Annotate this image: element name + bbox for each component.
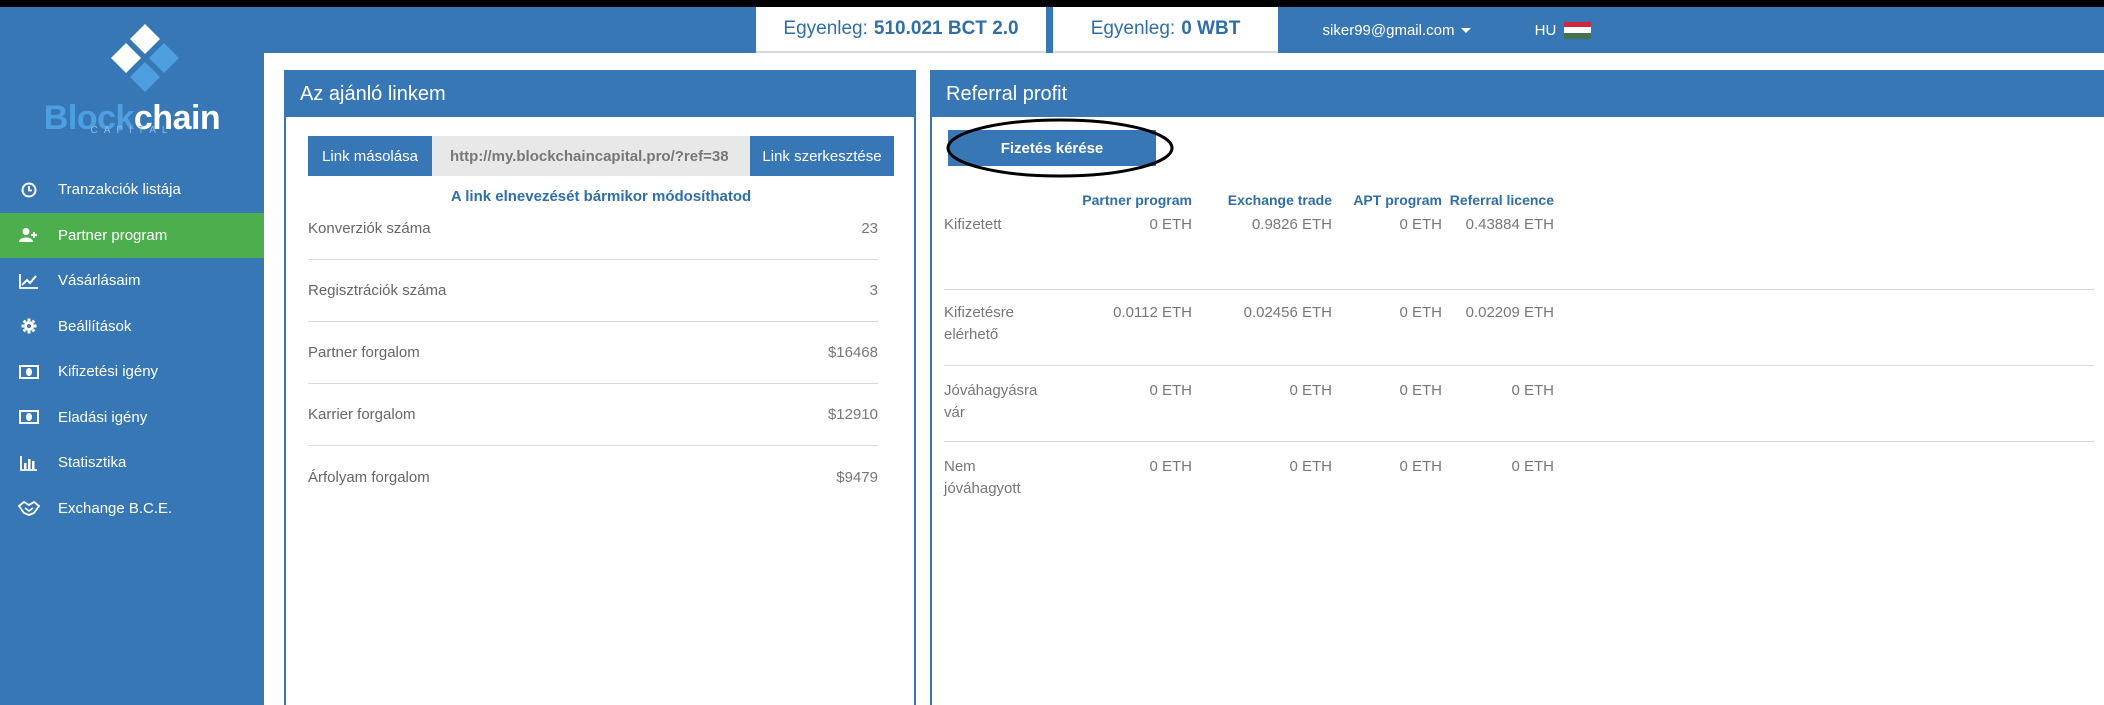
table-cell: 0 ETH: [1289, 382, 1332, 399]
stat-row: Konverziók száma 23: [308, 198, 878, 260]
logo[interactable]: Blockchain CAPITAL: [0, 7, 264, 167]
money-icon: [18, 407, 40, 427]
stat-label: Karrier forgalom: [308, 406, 416, 423]
sidebar-item-label: Kifizetési igény: [58, 363, 159, 381]
top-header: Egyenleg: 510.021 BCT 2.0 Egyenleg: 0 WB…: [264, 7, 2104, 53]
referral-link-row: Link másolása Link szerkesztése: [308, 136, 894, 176]
table-cell: 0 ETH: [1511, 382, 1554, 399]
stat-value: $12910: [827, 406, 878, 423]
sidebar-item-payout-request[interactable]: Kifizetési igény: [0, 349, 264, 395]
balance-label: Egyenleg:: [783, 18, 868, 39]
stat-label: Partner forgalom: [308, 344, 420, 361]
table-cell: 0.43884 ETH: [1465, 216, 1554, 233]
stat-label: Árfolyam forgalom: [308, 468, 430, 486]
sidebar-item-statistics[interactable]: Statisztika: [0, 440, 264, 486]
chevron-down-icon: [1461, 27, 1472, 33]
sidebar-item-partner-program[interactable]: Partner program: [0, 212, 264, 258]
table-cell: 0 ETH: [1149, 216, 1192, 233]
language-code: HU: [1534, 21, 1557, 39]
stat-value: 23: [861, 220, 878, 237]
handshake-icon: [18, 498, 40, 518]
top-strip: [0, 0, 2104, 7]
balance-value: 0 WBT: [1181, 18, 1241, 39]
balance-label: Egyenleg:: [1090, 18, 1176, 39]
row-label: Kifizetésre elérhető: [944, 304, 1015, 343]
table-cell: 0.02456 ETH: [1243, 304, 1332, 321]
sidebar-item-transactions[interactable]: Tranzakciók listája: [0, 167, 264, 213]
stat-value: $9479: [836, 468, 878, 486]
referral-link-panel: Az ajánló linkem Link másolása Link szer…: [284, 70, 916, 705]
panel-title: Referral profit: [932, 72, 2104, 117]
sidebar-item-label: Eladási igény: [58, 408, 148, 426]
stat-label: Regisztrációk száma: [308, 282, 447, 299]
row-label: Nem jóváhagyott: [944, 458, 1021, 497]
sidebar-item-settings[interactable]: Beállítások: [0, 304, 264, 350]
column-header: Partner program: [1082, 192, 1192, 208]
logo-diamonds-icon: [111, 24, 179, 92]
row-label: Jóváhagyásra vár: [944, 382, 1038, 421]
stat-row: Árfolyam forgalom $9479: [308, 446, 878, 508]
add-user-icon: [18, 225, 40, 245]
logo-subtitle: CAPITAL: [90, 125, 174, 136]
sidebar-nav: Tranzakciók listája Partner program Vásá…: [0, 167, 264, 531]
referral-link-input[interactable]: [432, 136, 750, 176]
stat-row: Karrier forgalom $12910: [308, 384, 878, 446]
table-cell: 0 ETH: [1399, 458, 1442, 475]
bar-chart-icon: [18, 453, 40, 473]
table-cell: 0.9826 ETH: [1251, 216, 1332, 233]
table-cell: 0 ETH: [1289, 458, 1332, 475]
edit-link-button[interactable]: Link szerkesztése: [750, 136, 894, 176]
referral-profit-panel: Referral profit Fizetés kérése Partner p…: [930, 70, 2104, 705]
table-row: Kifizetett 0 ETH 0.9826 ETH 0 ETH 0.4388…: [944, 210, 2094, 290]
user-menu[interactable]: siker99@gmail.com: [1292, 7, 1502, 53]
table-cell: 0 ETH: [1399, 382, 1442, 399]
table-cell: 0 ETH: [1399, 304, 1442, 321]
table-cell: 0 ETH: [1149, 458, 1192, 475]
row-label: Kifizetett: [944, 216, 1002, 233]
clock-icon: [18, 180, 40, 200]
sidebar-item-label: Statisztika: [58, 454, 127, 472]
stat-row: Regisztrációk száma 3: [308, 260, 878, 322]
line-chart-icon: [18, 271, 40, 291]
stat-value: $16468: [827, 344, 878, 361]
table-row: Nem jóváhagyott 0 ETH 0 ETH 0 ETH 0 ETH: [944, 442, 2094, 518]
sidebar-item-purchases[interactable]: Vásárlásaim: [0, 258, 264, 304]
sidebar-item-label: Partner program: [58, 226, 168, 244]
table-cell: 0 ETH: [1149, 382, 1192, 399]
sidebar-item-label: Exchange B.C.E.: [58, 499, 173, 517]
sidebar-item-label: Beállítások: [58, 317, 132, 335]
table-cell: 0 ETH: [1399, 216, 1442, 233]
money-icon: [18, 362, 40, 382]
table-cell: 0.0112 ETH: [1113, 304, 1192, 321]
column-header: Exchange trade: [1227, 192, 1332, 208]
gear-icon: [18, 316, 40, 336]
column-header: APT program: [1353, 192, 1442, 208]
table-cell: 0.02209 ETH: [1465, 304, 1554, 321]
stat-row: Partner forgalom $16468: [308, 322, 878, 384]
highlight-oval: [946, 118, 1174, 178]
balance-bct: Egyenleg: 510.021 BCT 2.0: [756, 7, 1046, 53]
table-row: Jóváhagyásra vár 0 ETH 0 ETH 0 ETH 0 ETH: [944, 366, 2094, 442]
sidebar-item-label: Vásárlásaim: [58, 272, 141, 290]
sidebar-item-label: Tranzakciók listája: [58, 181, 181, 199]
table-row: Kifizetésre elérhető 0.0112 ETH 0.02456 …: [944, 290, 2094, 366]
sidebar-item-sell-request[interactable]: Eladási igény: [0, 395, 264, 441]
language-selector[interactable]: HU: [1508, 7, 1618, 53]
hungarian-flag-icon: [1564, 21, 1592, 39]
column-header: Referral licence: [1449, 192, 1554, 208]
balance-wbt: Egyenleg: 0 WBT: [1053, 7, 1278, 53]
balance-value: 510.021 BCT 2.0: [873, 18, 1019, 39]
sidebar-item-exchange[interactable]: Exchange B.C.E.: [0, 486, 264, 532]
sidebar: Blockchain CAPITAL Tranzakciók listája P…: [0, 7, 264, 705]
user-email: siker99@gmail.com: [1322, 21, 1455, 39]
stat-value: 3: [869, 282, 878, 299]
stat-label: Konverziók száma: [308, 220, 431, 237]
table-cell: 0 ETH: [1511, 458, 1554, 475]
panel-title: Az ajánló linkem: [286, 72, 914, 117]
pay-button-wrap: Fizetés kérése: [946, 118, 1174, 178]
copy-link-button[interactable]: Link másolása: [308, 136, 432, 176]
